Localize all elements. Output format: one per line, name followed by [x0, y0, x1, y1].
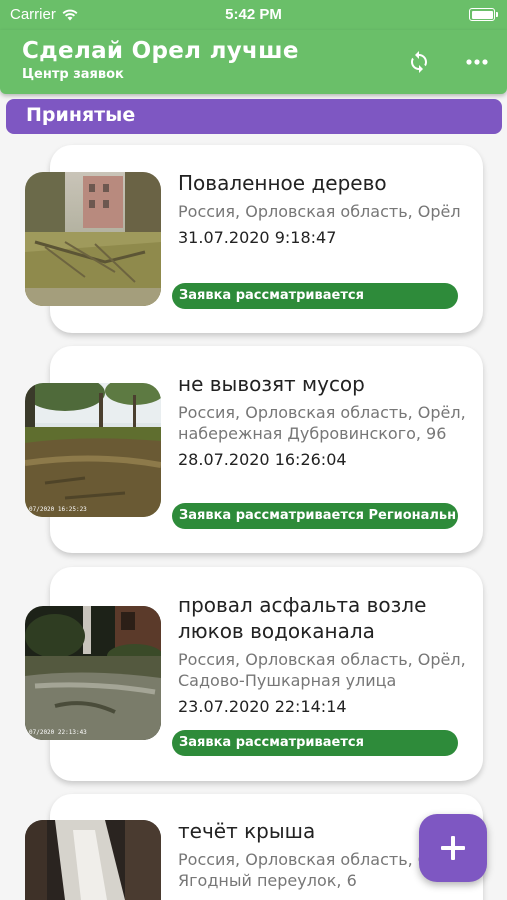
- request-title: Поваленное дерево: [178, 171, 387, 195]
- request-photo: [25, 172, 161, 306]
- status-badge: Заявка рассматривается: [172, 730, 458, 756]
- request-address: Россия, Орловская область, Орёл, Садово-…: [178, 650, 466, 690]
- photo-timestamp: 07/2020 22:13:43: [29, 729, 87, 736]
- request-date: 28.07.2020 16:26:04: [178, 450, 347, 469]
- request-address: Россия, Орловская область, Орёл: [178, 202, 461, 221]
- request-details: провал асфальта возле люков водоканала Р…: [178, 592, 468, 717]
- request-date: 23.07.2020 22:14:14: [178, 697, 347, 716]
- request-title: провал асфальта возле люков водоканала: [178, 593, 427, 643]
- request-list: Поваленное дерево Россия, Орловская обла…: [0, 0, 507, 900]
- request-details: не вывозят мусор Россия, Орловская облас…: [178, 371, 468, 470]
- request-details: Поваленное дерево Россия, Орловская обла…: [178, 170, 468, 248]
- status-badge: Заявка рассматривается Региональн: [172, 503, 458, 529]
- plus-icon: [441, 836, 465, 860]
- add-request-button[interactable]: [419, 814, 487, 882]
- photo-timestamp: 07/2020 16:25:23: [29, 506, 87, 513]
- request-photo: 07/2020 16:25:23: [25, 383, 161, 517]
- status-badge: Заявка рассматривается: [172, 283, 458, 309]
- request-date: 31.07.2020 9:18:47: [178, 228, 337, 247]
- request-photo: 07/2020 22:13:43: [25, 606, 161, 740]
- request-title: не вывозят мусор: [178, 372, 365, 396]
- request-address: Россия, Орловская область, Орёл, набереж…: [178, 403, 466, 443]
- request-photo: [25, 820, 161, 900]
